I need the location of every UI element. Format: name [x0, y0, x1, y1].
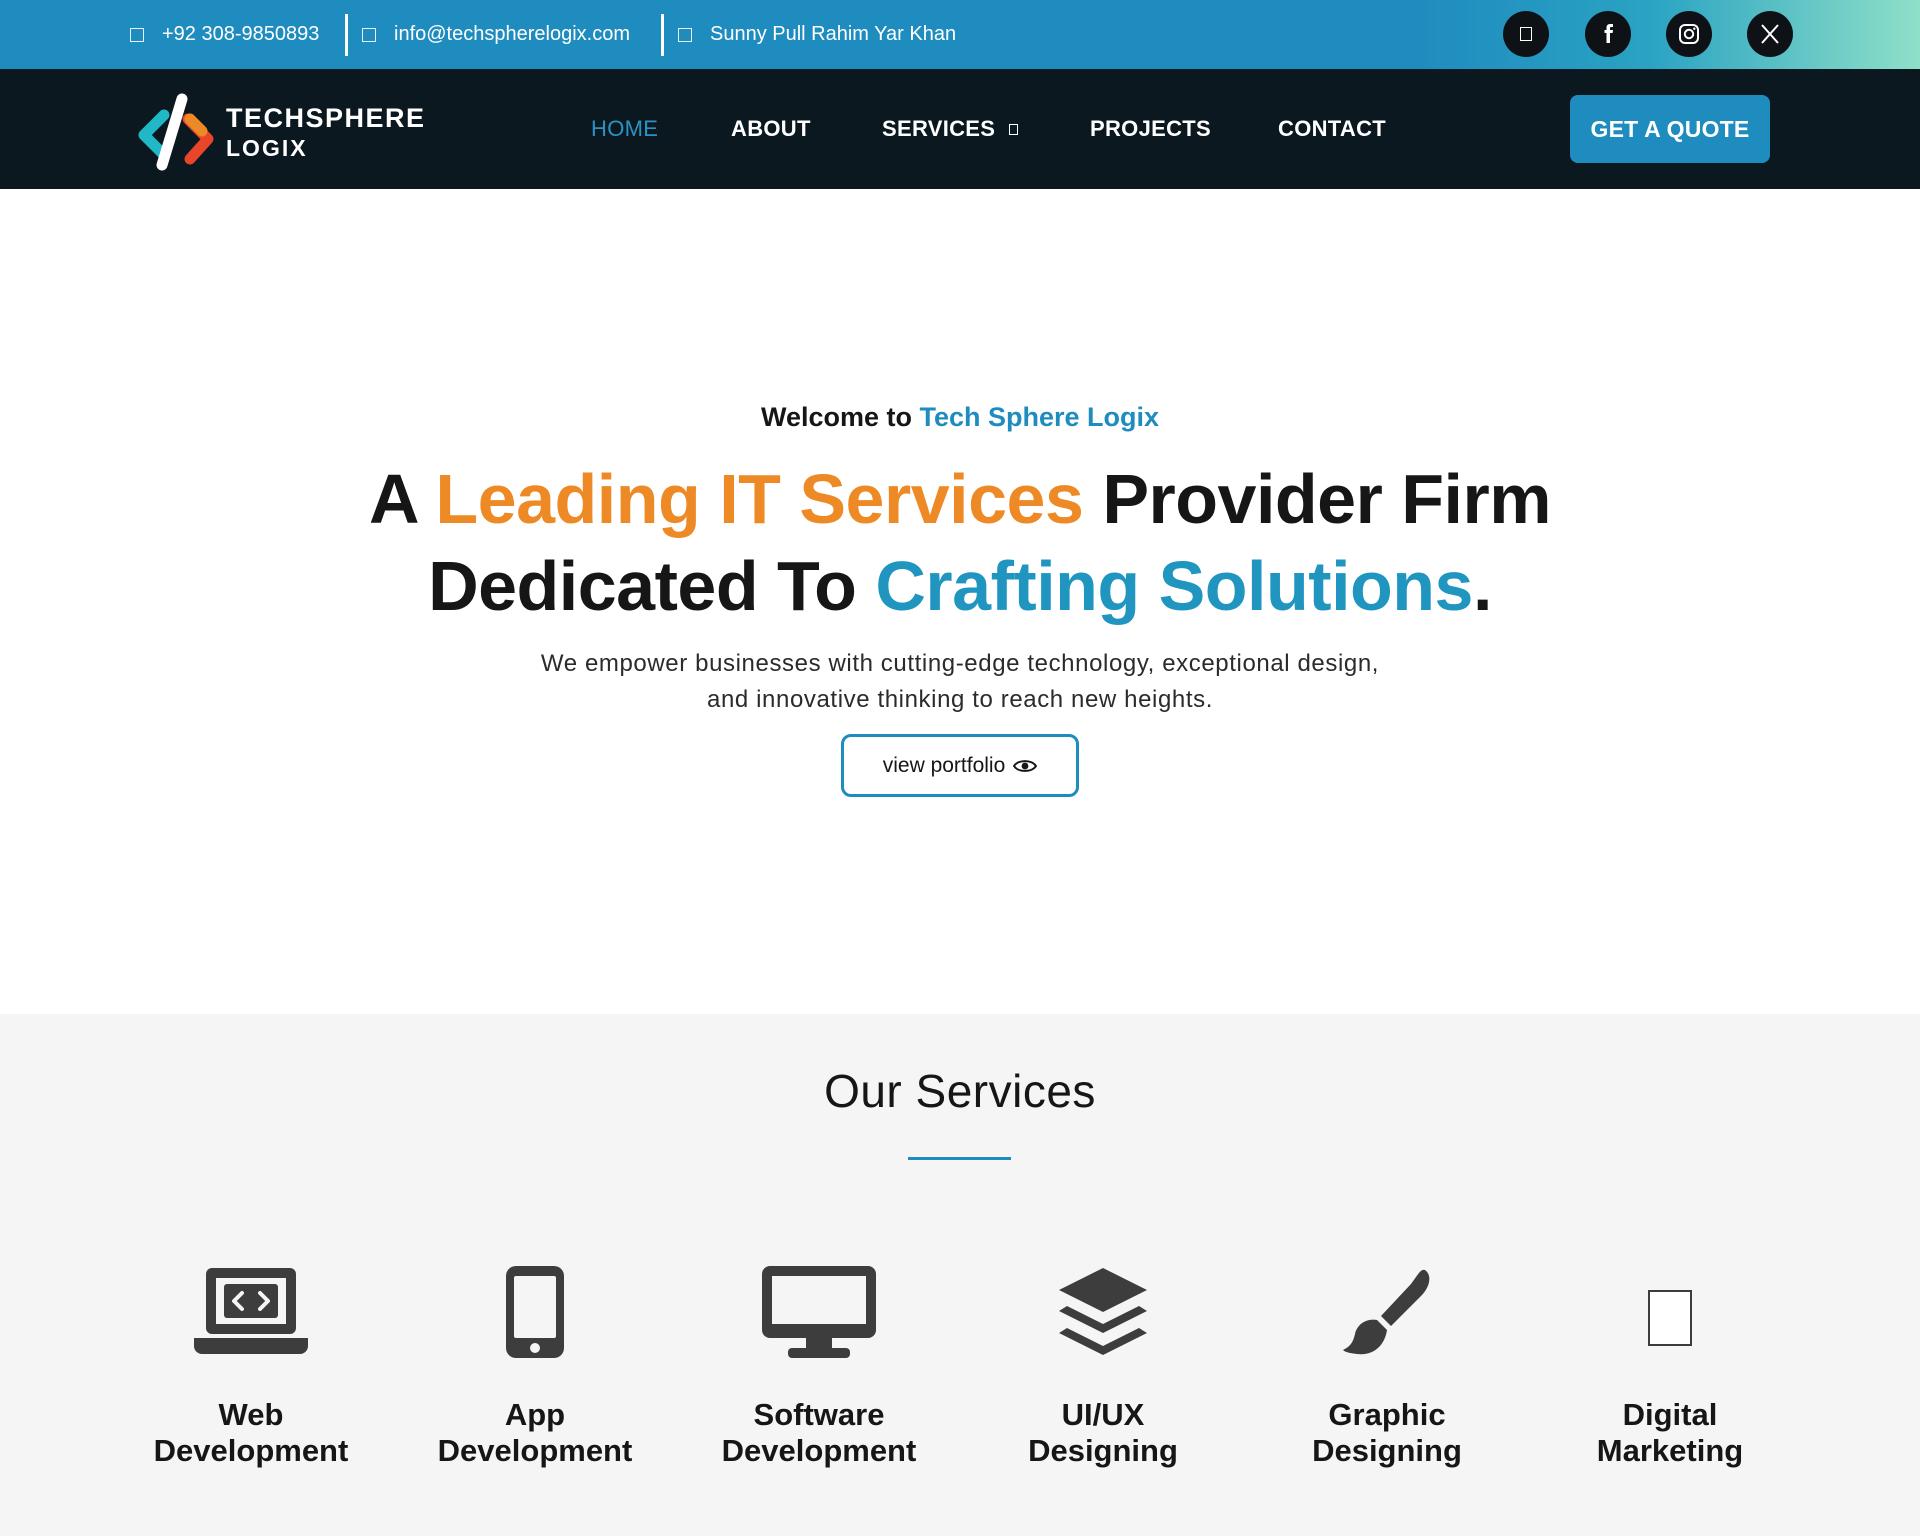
- site-logo[interactable]: TECHSPHERE LOGIX: [138, 89, 424, 175]
- email-icon: [362, 27, 376, 42]
- headline-highlight-orange: Leading IT Services: [435, 460, 1084, 538]
- social-link-facebook[interactable]: [1585, 11, 1631, 57]
- hero-headline-line2: Dedicated To Crafting Solutions.: [0, 546, 1920, 626]
- service-name-line2: Development: [721, 1433, 917, 1468]
- logo-text-line2: LOGIX: [226, 135, 308, 161]
- service-name-line2: Designing: [1028, 1433, 1178, 1468]
- nav-contact[interactable]: CONTACT: [1278, 69, 1386, 189]
- service-name-line1: Digital: [1622, 1397, 1718, 1432]
- top-contact-bar: +92 308-9850893 info@techspherelogix.com…: [0, 0, 1920, 69]
- address-contact: Sunny Pull Rahim Yar Khan: [678, 0, 956, 69]
- headline-text: Provider Firm: [1083, 460, 1551, 538]
- welcome-text: Welcome to Tech Sphere Logix: [0, 402, 1920, 433]
- headline-text: A: [369, 460, 436, 538]
- desktop-icon: [762, 1265, 876, 1358]
- service-card-uiux-designing[interactable]: UI/UX Designing: [961, 1254, 1245, 1474]
- logo-mark-icon: [138, 93, 214, 171]
- service-card-graphic-designing[interactable]: Graphic Designing: [1245, 1254, 1529, 1474]
- service-card-web-development[interactable]: Web Development: [109, 1254, 393, 1474]
- phone-number[interactable]: +92 308-9850893: [162, 23, 319, 46]
- service-name: UI/UX Designing: [961, 1397, 1245, 1469]
- hero-headline-line1: A Leading IT Services Provider Firm: [0, 459, 1920, 539]
- hero-subtext-line2: and innovative thinking to reach new hei…: [707, 686, 1213, 713]
- service-name: App Development: [393, 1397, 677, 1469]
- nav-services-label: SERVICES: [882, 116, 996, 141]
- service-card-digital-marketing[interactable]: Digital Marketing: [1528, 1254, 1812, 1474]
- service-name-line2: Development: [437, 1433, 633, 1468]
- service-name-line2: Development: [153, 1433, 349, 1468]
- eye-icon: [1013, 759, 1038, 772]
- service-name-line2: Marketing: [1596, 1433, 1744, 1468]
- headline-text: Dedicated To: [428, 547, 876, 625]
- service-name: Software Development: [677, 1397, 961, 1469]
- view-portfolio-button[interactable]: view portfolio: [841, 734, 1079, 797]
- title-underline: [908, 1157, 1011, 1160]
- social-link-instagram[interactable]: [1666, 11, 1712, 57]
- services-title: Our Services: [824, 1065, 1096, 1117]
- get-a-quote-button[interactable]: GET A QUOTE: [1570, 95, 1770, 163]
- phone-contact[interactable]: +92 308-9850893: [130, 0, 319, 69]
- instagram-icon: [1679, 24, 1699, 44]
- facebook-icon: [1604, 24, 1613, 43]
- phone-icon: [130, 27, 144, 42]
- service-name: Digital Marketing: [1528, 1397, 1812, 1469]
- unknown-social-icon: [1520, 27, 1532, 41]
- mobile-icon: [506, 1265, 564, 1358]
- service-name-line1: Web: [218, 1397, 284, 1432]
- missing-icon: [1648, 1289, 1692, 1346]
- divider: [661, 14, 664, 56]
- service-name-line1: UI/UX: [1061, 1397, 1145, 1432]
- main-navbar: TECHSPHERE LOGIX HOME ABOUT SERVICES PRO…: [0, 69, 1920, 189]
- social-link-unknown[interactable]: [1503, 11, 1549, 57]
- service-card-software-development[interactable]: Software Development: [677, 1254, 961, 1474]
- x-icon: [1761, 24, 1779, 44]
- social-link-x[interactable]: [1747, 11, 1793, 57]
- headline-highlight-blue: Crafting Solutions: [875, 547, 1473, 625]
- service-name-line1: Graphic: [1328, 1397, 1446, 1432]
- services-section: Our Services Web Development App Develop…: [0, 1014, 1920, 1536]
- divider: [345, 14, 348, 56]
- service-name: Web Development: [109, 1397, 393, 1469]
- email-contact[interactable]: info@techspherelogix.com: [362, 0, 630, 69]
- nav-projects[interactable]: PROJECTS: [1090, 69, 1211, 189]
- paintbrush-icon: [1343, 1269, 1430, 1354]
- service-name-line2: Designing: [1312, 1433, 1462, 1468]
- hero-section: Welcome to Tech Sphere Logix A Leading I…: [0, 189, 1920, 1014]
- welcome-prefix: Welcome to: [760, 402, 912, 432]
- service-name: Graphic Designing: [1245, 1397, 1529, 1469]
- hero-subtext-line1: We empower businesses with cutting-edge …: [540, 650, 1380, 677]
- location-icon: [678, 27, 692, 42]
- view-portfolio-label: view portfolio: [882, 753, 1006, 777]
- nav-about[interactable]: ABOUT: [731, 69, 811, 189]
- service-name-line1: App: [504, 1397, 566, 1432]
- chevron-down-icon: [1009, 123, 1019, 135]
- headline-text: .: [1472, 547, 1492, 625]
- nav-services[interactable]: SERVICES: [882, 69, 1019, 189]
- service-name-line1: Software: [753, 1397, 885, 1432]
- laptop-code-icon: [194, 1267, 308, 1354]
- email-address[interactable]: info@techspherelogix.com: [394, 23, 630, 46]
- welcome-brand: Tech Sphere Logix: [919, 402, 1160, 432]
- layers-icon: [1059, 1267, 1147, 1355]
- service-card-app-development[interactable]: App Development: [393, 1254, 677, 1474]
- logo-text-line1: TECHSPHERE: [226, 103, 426, 133]
- nav-home[interactable]: HOME: [591, 69, 658, 189]
- address-text: Sunny Pull Rahim Yar Khan: [710, 23, 957, 45]
